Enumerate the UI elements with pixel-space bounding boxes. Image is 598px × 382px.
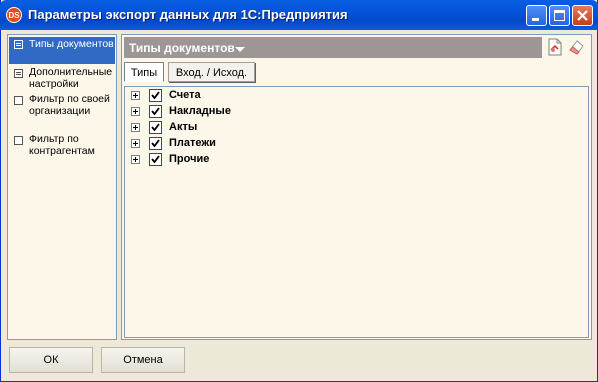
- tree-row: Прочие: [129, 152, 329, 168]
- nav-item-label: Дополнительные настройки: [29, 66, 113, 90]
- export-doc-icon[interactable]: [546, 38, 564, 56]
- expand-icon[interactable]: [131, 91, 140, 100]
- chevron-down-icon[interactable]: [235, 47, 245, 52]
- row-checkbox[interactable]: [149, 153, 162, 166]
- app-icon: DS: [6, 7, 22, 23]
- export-settings-window: DS Параметры экспорт данных для 1С:Предп…: [0, 0, 598, 382]
- tab-in-out[interactable]: Вход. / Исход.: [168, 62, 255, 82]
- close-button[interactable]: [572, 5, 593, 26]
- cancel-button[interactable]: Отмена: [101, 347, 185, 373]
- expand-icon[interactable]: [131, 107, 140, 116]
- row-label: Прочие: [169, 153, 210, 165]
- eraser-icon[interactable]: [568, 38, 586, 56]
- row-label: Счета: [169, 89, 201, 101]
- nav-item-additional-settings[interactable]: Дополнительные настройки: [9, 66, 115, 92]
- row-checkbox[interactable]: [149, 121, 162, 134]
- checkmark-icon: [151, 139, 160, 148]
- section-title: Типы документов: [129, 41, 235, 55]
- row-checkbox[interactable]: [149, 89, 162, 102]
- nav-item-document-types[interactable]: Типы документов: [9, 37, 115, 64]
- nav-item-label: Типы документов: [29, 38, 114, 50]
- minimize-button[interactable]: [526, 5, 547, 26]
- nav-item-label: Фильтр по контрагентам: [29, 133, 95, 157]
- close-icon: [577, 10, 588, 21]
- title-bar[interactable]: DS Параметры экспорт данных для 1С:Предп…: [0, 0, 598, 30]
- maximize-button[interactable]: [549, 5, 570, 26]
- nav-item-counterparty-filter[interactable]: Фильтр по контрагентам: [9, 133, 115, 159]
- tree-row: Счета: [129, 88, 329, 104]
- checkbox-icon: [14, 96, 23, 105]
- nav-item-own-organization-filter[interactable]: Фильтр по своей организации: [9, 93, 115, 131]
- settings-nav-panel: Типы документов Дополнительные настройки…: [7, 34, 117, 340]
- tab-types[interactable]: Типы: [124, 62, 164, 82]
- window-title: Параметры экспорт данных для 1С:Предприя…: [28, 7, 348, 22]
- expand-icon[interactable]: [131, 139, 140, 148]
- ok-button[interactable]: ОК: [9, 347, 93, 373]
- section-header[interactable]: Типы документов: [124, 37, 542, 58]
- row-checkbox[interactable]: [149, 137, 162, 150]
- tree-row: Накладные: [129, 104, 329, 120]
- tree-row: Платежи: [129, 136, 329, 152]
- list-icon: [14, 40, 23, 49]
- checkbox-icon: [14, 136, 23, 145]
- minimize-icon: [532, 18, 539, 21]
- document-type-tree: Счета Накладные Акты Платежи Прочие: [124, 86, 589, 338]
- row-label: Платежи: [169, 137, 216, 149]
- list-icon: [14, 69, 23, 78]
- nav-item-label: Фильтр по своей организации: [29, 93, 110, 117]
- checkmark-icon: [151, 123, 160, 132]
- checkmark-icon: [151, 155, 160, 164]
- row-label: Накладные: [169, 105, 231, 117]
- expand-icon[interactable]: [131, 155, 140, 164]
- checkmark-icon: [151, 91, 160, 100]
- checkmark-icon: [151, 107, 160, 116]
- content-panel: Типы документов Типы Вход. / Исход. Счет…: [121, 34, 592, 340]
- expand-icon[interactable]: [131, 123, 140, 132]
- maximize-icon: [554, 10, 565, 21]
- row-checkbox[interactable]: [149, 105, 162, 118]
- row-label: Акты: [169, 121, 198, 133]
- tree-row: Акты: [129, 120, 329, 136]
